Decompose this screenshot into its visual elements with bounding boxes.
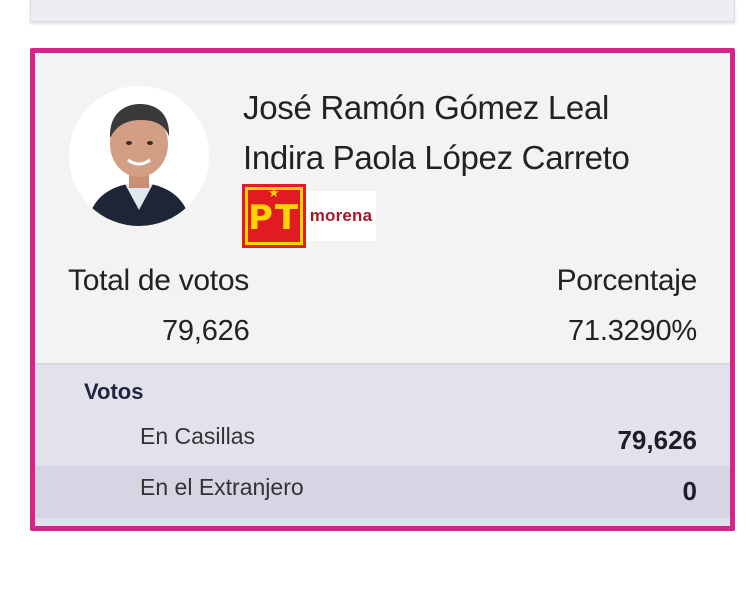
coalition-logos: ★ PT morena [242,184,376,248]
candidate-photo [69,86,209,226]
votes-row-label: En Casillas [140,423,256,449]
percentage-label: Porcentaje [556,264,698,297]
votes-row-value: 0 [682,476,697,506]
votes-breakdown-title: Votos [84,379,144,404]
total-votes-label: Total de votos [68,264,249,297]
candidate-results-card[interactable]: José Ramón Gómez Leal Indira Paola López… [30,48,735,531]
candidate-name-substitute: Indira Paola López Carreto [243,139,630,176]
percentage-value: 71.3290% [567,315,697,347]
total-votes-value: 79,626 [162,315,250,347]
morena-party-logo: morena [306,191,376,241]
votes-breakdown: Votos En Casillas 79,626 En el Extranjer… [35,363,730,526]
pt-logo-text: PT [247,198,301,238]
previous-card-edge [30,0,735,22]
votes-row-extranjero: En el Extranjero 0 [35,466,730,518]
votes-row-label: En el Extranjero [140,474,304,500]
candidate-header: José Ramón Gómez Leal Indira Paola López… [35,53,730,363]
candidate-avatar [69,86,209,226]
votes-row-casillas: En Casillas 79,626 [35,415,730,467]
morena-logo-text: morena [309,206,373,225]
candidate-name-primary: José Ramón Gómez Leal [243,89,610,126]
votes-row-value: 79,626 [617,425,697,455]
candidate-names: José Ramón Gómez Leal Indira Paola López… [243,83,630,183]
pt-party-logo: ★ PT [242,184,306,248]
